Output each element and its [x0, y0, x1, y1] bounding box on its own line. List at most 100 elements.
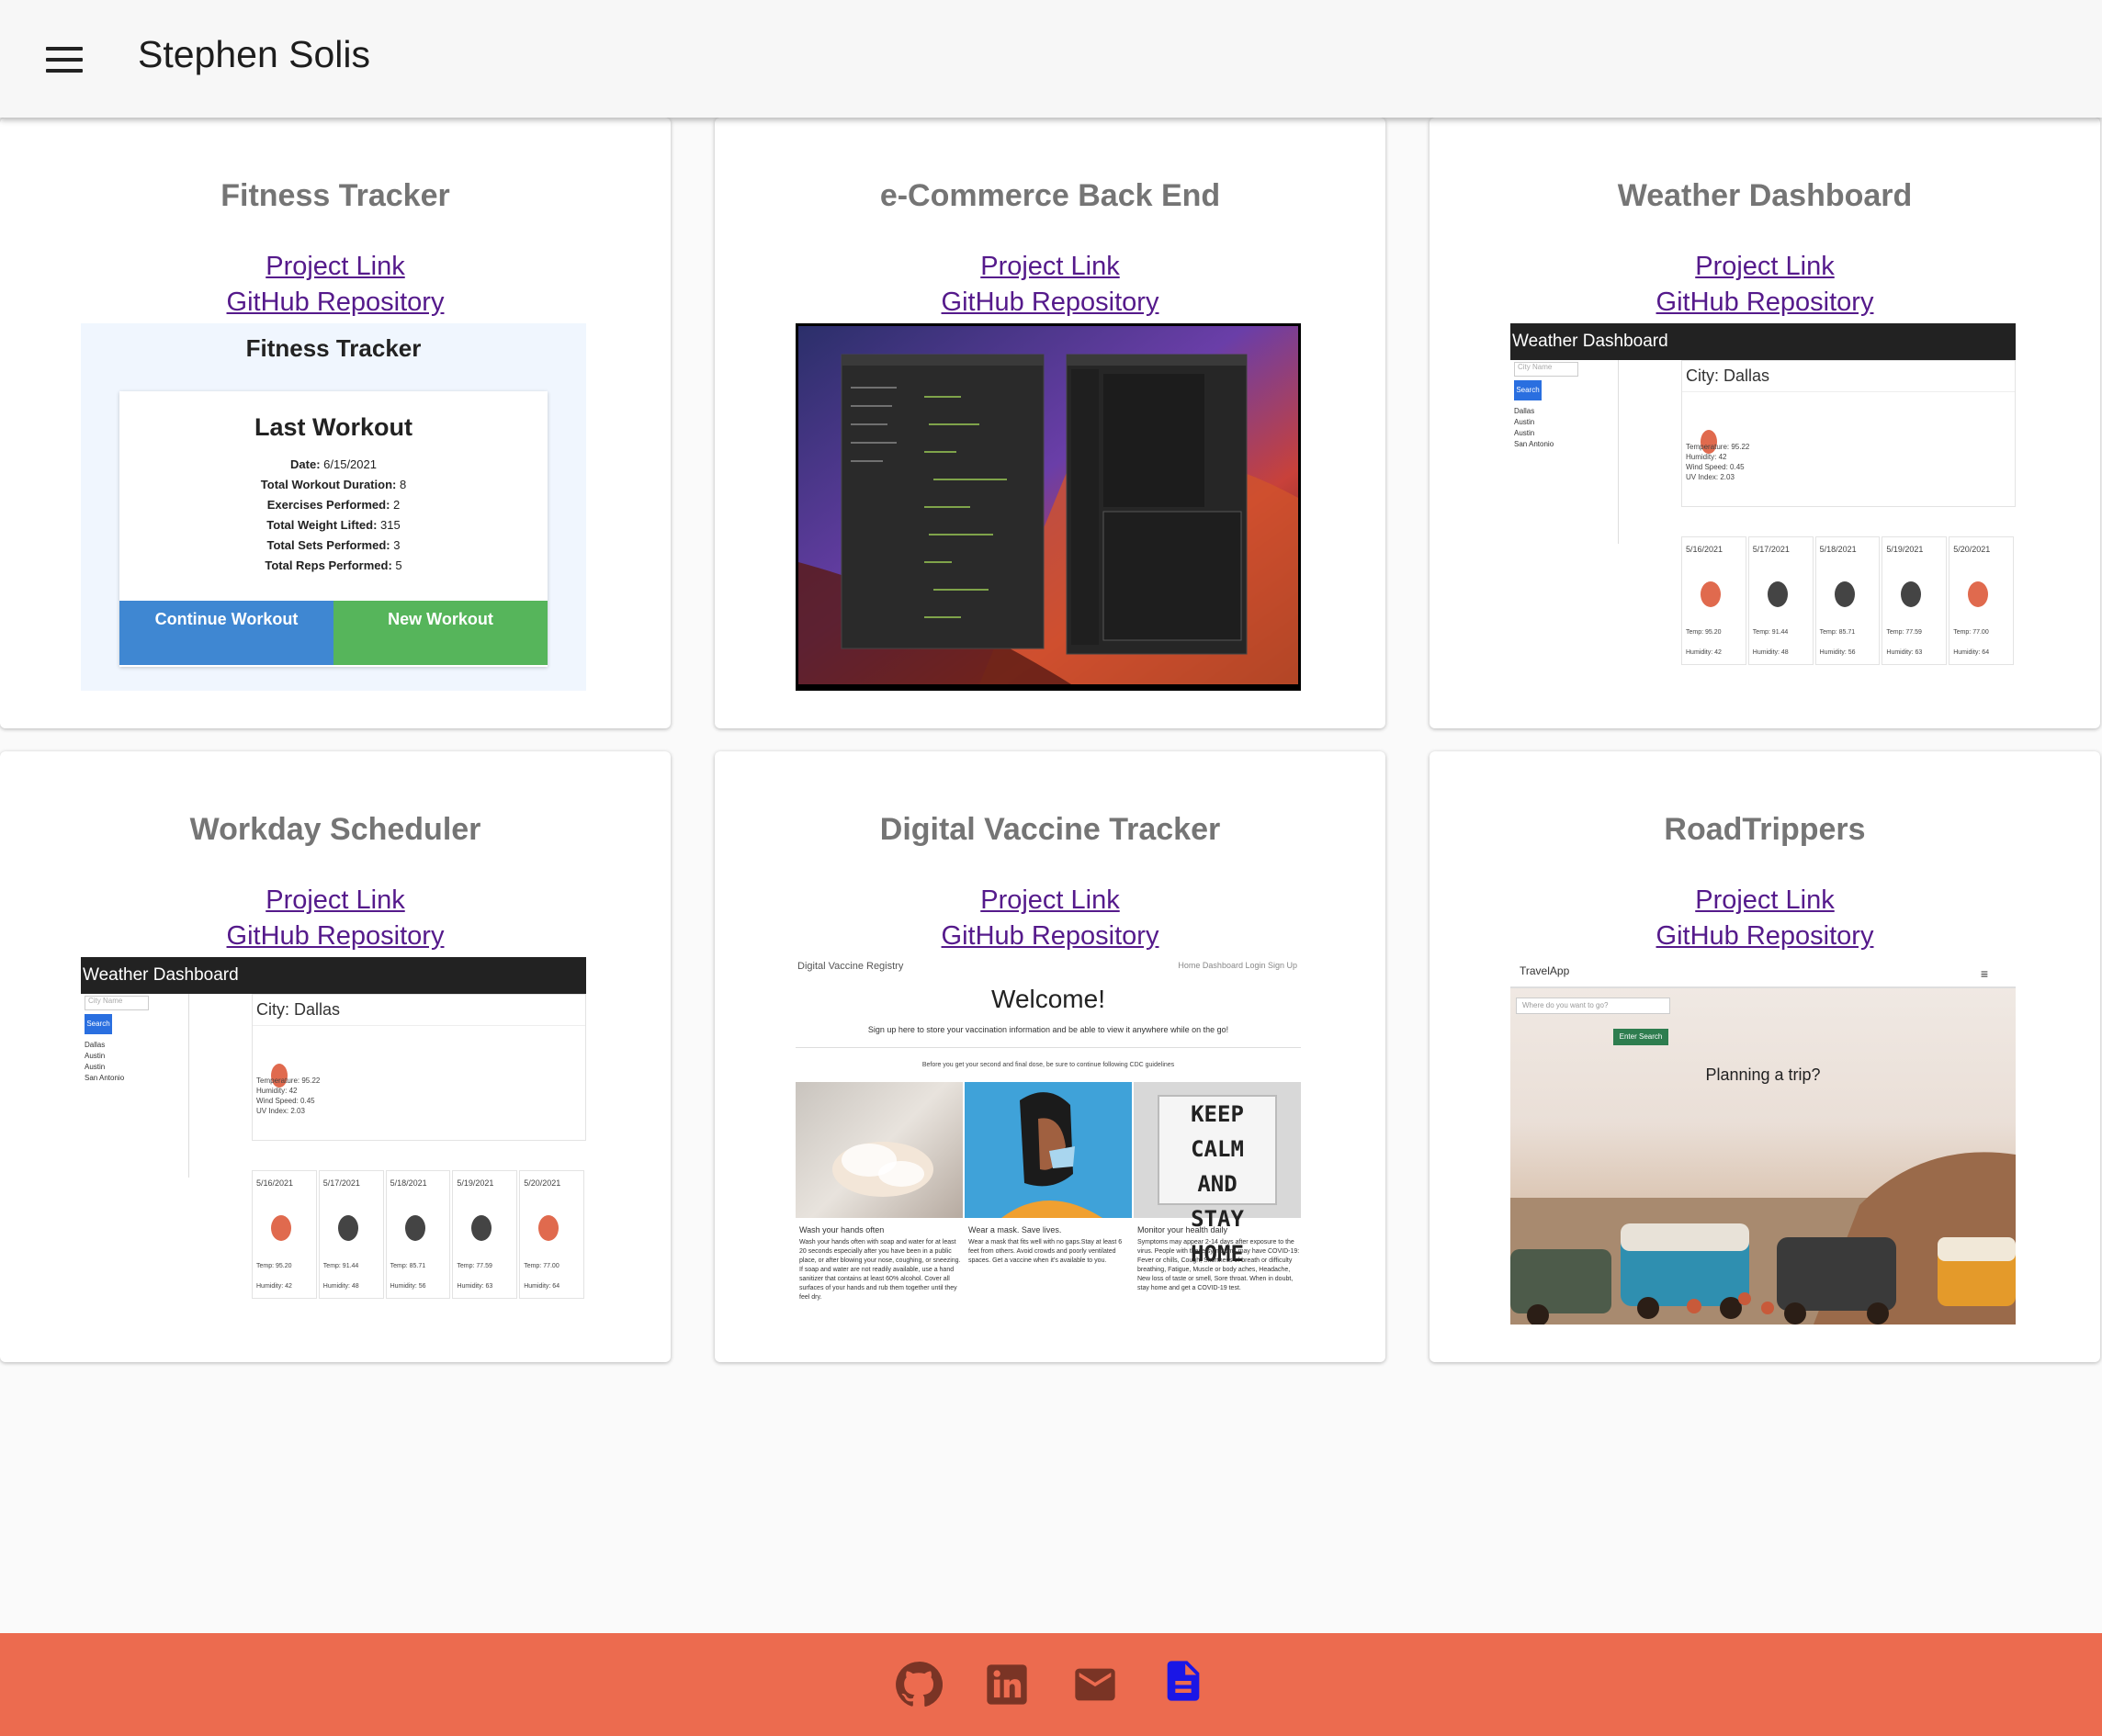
weather-icon [1834, 581, 1855, 607]
sign-line: AND [1197, 1171, 1237, 1197]
current-weather: City: Dallas Temperature: 95.22 Humidity:… [252, 994, 586, 1141]
forecast-row: 5/16/2021 Temp: 95.20 Humidity: 42 5/17/20… [252, 1170, 586, 1299]
project-link[interactable]: Project Link [1430, 252, 2100, 282]
project-link[interactable]: Project Link [715, 252, 1385, 282]
project-title: Digital Vaccine Tracker [879, 812, 1221, 847]
github-link[interactable]: GitHub Repository [715, 921, 1385, 952]
forecast-day: 5/16/2021 Temp: 95.20 Humidity: 42 [1681, 536, 1746, 665]
github-link[interactable]: GitHub Repository [0, 921, 671, 952]
weather-stats: Temperature: 95.22 Humidity: 42 Wind Speed… [256, 1077, 321, 1115]
forecast-day: 5/20/2021 Temp: 77.00 Humidity: 64 [519, 1170, 584, 1299]
project-card-roadtrippers: RoadTrippers Project Link GitHub Reposit… [1430, 751, 2100, 1362]
github-icon[interactable] [895, 1661, 944, 1708]
forecast-row: 5/16/2021 Temp: 95.20 Humidity: 42 5/17/20… [1681, 536, 2016, 665]
linkedin-icon[interactable] [983, 1661, 1031, 1708]
weather-stats: Temperature: 95.22 Humidity: 42 Wind Speed… [1686, 443, 1750, 481]
city-input: City Name [1514, 362, 1578, 377]
project-title: Weather Dashboard [1617, 178, 1913, 213]
forecast-day: 5/17/2021 Temp: 91.44 Humidity: 48 [318, 1170, 384, 1299]
info-column: Monitor your health daily Symptoms may ap… [1137, 1225, 1300, 1291]
weather-screenshot: Weather Dashboard City Name Search Dalla… [1510, 323, 2016, 691]
roadtrippers-screenshot: TravelApp ≡ Where do you want to go? Ent… [1510, 957, 2016, 1325]
welcome-subtitle: Sign up here to store your vaccination i… [867, 1025, 1229, 1034]
forecast-day: 5/18/2021 Temp: 85.71 Humidity: 56 [1814, 536, 1881, 665]
project-link[interactable]: Project Link [1430, 885, 2100, 916]
vaccine-screenshot: Digital Vaccine Registry Home Dashboard … [796, 957, 1301, 1325]
project-link[interactable]: Project Link [0, 885, 671, 916]
search-button: Search [85, 1014, 112, 1034]
weather-icon [471, 1215, 492, 1241]
weather-icon [337, 1215, 358, 1241]
project-card-workday: Workday Scheduler Project Link GitHub Re… [0, 751, 671, 1362]
menu-icon: ≡ [1980, 966, 1988, 981]
forecast-day: 5/17/2021 Temp: 91.44 Humidity: 48 [1747, 536, 1814, 665]
workday-screenshot: Weather Dashboard City Name Search Dalla… [81, 957, 586, 1325]
city-input: City Name [85, 996, 149, 1010]
weather-icon [271, 1215, 291, 1241]
project-title: RoadTrippers [1664, 812, 1866, 847]
stat-line: Total Reps Performed: 5 [265, 558, 402, 572]
weather-icon [1968, 581, 1989, 607]
destination-input: Where do you want to go? [1516, 998, 1670, 1014]
resume-icon[interactable] [1159, 1657, 1207, 1705]
app-bar: Stephen Solis [0, 0, 2102, 118]
city-list: Dallas Austin Austin San Antonio [85, 1041, 125, 1082]
shot-nav: Home Dashboard Login Sign Up [1178, 961, 1297, 970]
project-title: Fitness Tracker [220, 178, 450, 213]
shot-heading: Fitness Tracker [245, 334, 422, 362]
shot-navbar: Weather Dashboard [1510, 323, 2016, 360]
project-card-fitness: Fitness Tracker Project Link GitHub Repo… [0, 118, 671, 728]
handwash-image [796, 1082, 963, 1218]
tagline: Planning a trip? [1705, 1065, 1821, 1084]
shot-navbar: Weather Dashboard [81, 957, 586, 994]
desktop-screenshot-image [798, 326, 1298, 684]
footer [0, 1633, 2102, 1736]
shot-navbar: TravelApp [1510, 957, 2016, 988]
forecast-day: 5/18/2021 Temp: 85.71 Humidity: 56 [385, 1170, 451, 1299]
weather-icon [1701, 581, 1721, 607]
forecast-day: 5/16/2021 Temp: 95.20 Humidity: 42 [252, 1170, 317, 1299]
info-column: Wear a mask. Save lives. Wear a mask that… [968, 1225, 1123, 1264]
github-link[interactable]: GitHub Repository [0, 287, 671, 318]
city-list: Dallas Austin Austin San Antonio [1514, 407, 1554, 448]
github-link[interactable]: GitHub Repository [715, 287, 1385, 318]
search-button: Search [1514, 380, 1542, 400]
stat-line: Date: 6/15/2021 [290, 457, 377, 471]
last-workout-card: Last Workout Date: 6/15/2021 Total Worko… [119, 391, 548, 667]
last-workout-title: Last Workout [254, 413, 412, 441]
forecast-day: 5/19/2021 Temp: 77.59 Humidity: 63 [1882, 536, 1948, 665]
project-link[interactable]: Project Link [0, 252, 671, 282]
welcome-heading: Welcome! [991, 985, 1105, 1013]
forecast-day: 5/20/2021 Temp: 77.00 Humidity: 64 [1949, 536, 2014, 665]
ecommerce-screenshot [796, 323, 1301, 691]
project-card-weather: Weather Dashboard Project Link GitHub Re… [1430, 118, 2100, 728]
shot-brand: Digital Vaccine Registry [797, 961, 904, 972]
current-weather: City: Dallas Temperature: 95.22 Humidity:… [1681, 360, 2016, 507]
mask-image [965, 1082, 1132, 1218]
weather-icon [1767, 581, 1788, 607]
new-workout-button: New Workout [333, 601, 548, 665]
email-icon[interactable] [1071, 1661, 1119, 1708]
stat-line: Total Workout Duration: 8 [260, 478, 407, 491]
project-title: e-Commerce Back End [879, 178, 1221, 213]
fitness-screenshot: Fitness Tracker Last Workout Date: 6/15/… [81, 323, 586, 691]
github-link[interactable]: GitHub Repository [1430, 921, 2100, 952]
project-card-vaccine: Digital Vaccine Tracker Project Link Git… [715, 751, 1385, 1362]
project-link[interactable]: Project Link [715, 885, 1385, 916]
github-link[interactable]: GitHub Repository [1430, 287, 2100, 318]
sign-line: KEEP CALM [1191, 1101, 1244, 1162]
stat-line: Total Weight Lifted: 315 [266, 518, 401, 532]
forecast-day: 5/19/2021 Temp: 77.59 Humidity: 63 [452, 1170, 518, 1299]
site-title: Stephen Solis [138, 33, 371, 75]
weather-icon [404, 1215, 425, 1241]
project-title: Workday Scheduler [189, 812, 481, 847]
stat-line: Exercises Performed: 2 [266, 498, 401, 512]
weather-icon [538, 1215, 559, 1241]
guideline-note: Before you get your second and final dos… [921, 1062, 1175, 1068]
enter-search-button: Enter Search [1613, 1029, 1668, 1045]
menu-icon[interactable] [46, 47, 83, 73]
city-heading: City: Dallas [1682, 361, 2015, 392]
weather-icon [1901, 581, 1922, 607]
stat-line: Total Sets Performed: 3 [266, 538, 401, 552]
city-heading: City: Dallas [253, 995, 585, 1026]
